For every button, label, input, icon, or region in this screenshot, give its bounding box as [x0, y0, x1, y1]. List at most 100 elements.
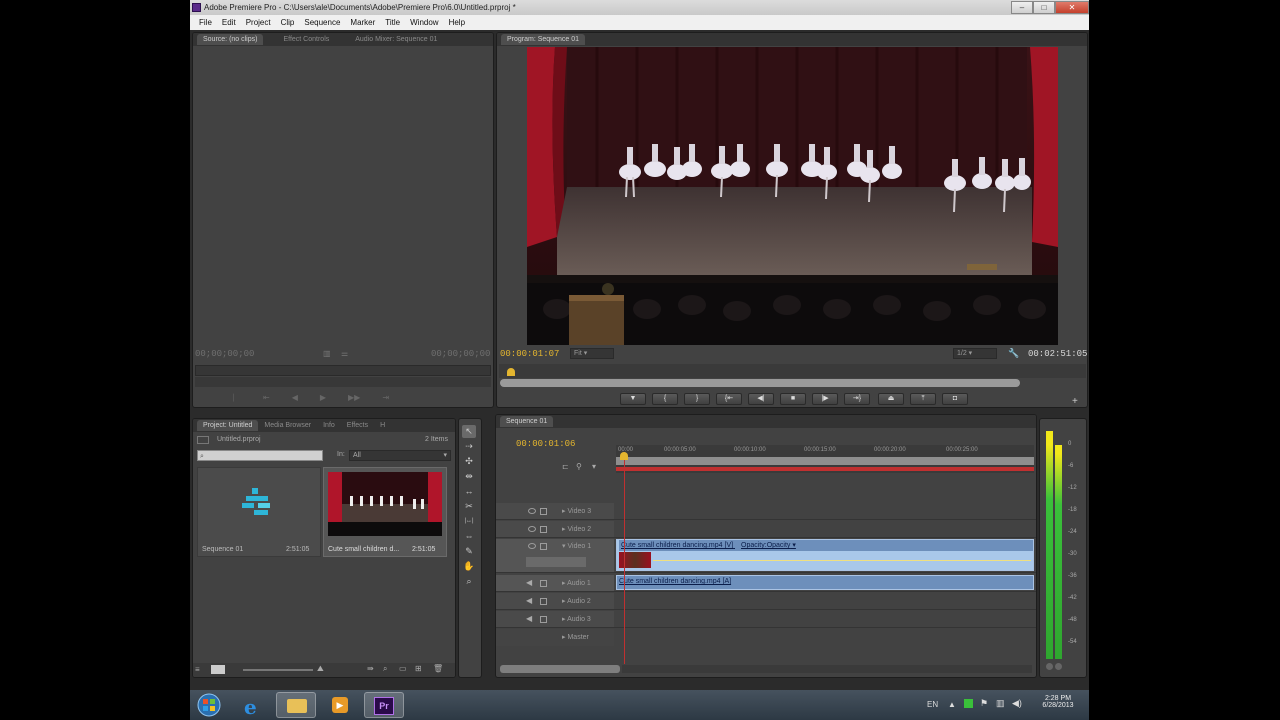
source-fit-icon[interactable]: ▥	[323, 349, 331, 358]
folder-icon[interactable]	[276, 692, 316, 718]
lock-icon[interactable]	[540, 526, 547, 533]
program-fit-dropdown[interactable]: Fit ▾	[570, 348, 614, 359]
snap-icon[interactable]: ⊏	[562, 462, 569, 471]
icon-view-icon[interactable]	[211, 665, 225, 674]
menu-window[interactable]: Window	[405, 15, 443, 30]
menu-project[interactable]: Project	[241, 15, 276, 30]
add-marker-button[interactable]: ▼	[620, 393, 646, 405]
lock-icon[interactable]	[540, 508, 547, 515]
work-area-bar[interactable]	[616, 467, 1034, 471]
time-ruler[interactable]: 00:00 00:00:05:00 00:00:10:00 00:00:15:0…	[616, 445, 1034, 473]
automate-icon[interactable]: ⇛	[367, 664, 374, 673]
tab-media-browser[interactable]: Media Browser	[258, 420, 317, 431]
flag-icon[interactable]: ⚑	[980, 698, 988, 709]
program-scrub-area[interactable]	[499, 364, 1086, 378]
wrench-icon[interactable]: 🔧	[1008, 348, 1019, 359]
project-search-input[interactable]: ⌕	[197, 450, 323, 461]
stop-button[interactable]: ■	[780, 393, 806, 405]
keyframe-controls[interactable]	[526, 557, 586, 567]
timeline-h-scroll[interactable]	[622, 665, 1032, 673]
source-mark-in-icon[interactable]: ⎸	[233, 393, 241, 403]
clock[interactable]: 2:28 PM 6/28/2013	[1038, 695, 1078, 709]
zoom-tool-icon[interactable]: ⌕	[462, 575, 476, 588]
list-view-icon[interactable]: ≡	[195, 665, 200, 674]
eye-icon[interactable]	[528, 526, 536, 532]
in-filter-dropdown[interactable]: All ▾	[349, 450, 451, 461]
tab-sequence[interactable]: Sequence 01	[500, 416, 554, 427]
menu-file[interactable]: File	[194, 15, 217, 30]
speaker-icon[interactable]: ◀	[526, 578, 532, 587]
source-play-icon[interactable]: ▶	[320, 393, 326, 403]
tab-audio-mixer[interactable]: Audio Mixer: Sequence 01	[349, 34, 443, 45]
source-rewind-icon[interactable]: ◀	[292, 393, 298, 403]
menu-help[interactable]: Help	[444, 15, 470, 30]
slip-tool-icon[interactable]: |↔|	[462, 515, 476, 528]
rate-stretch-tool-icon[interactable]: ↔	[462, 485, 476, 498]
tab-project[interactable]: Project: Untitled	[197, 420, 259, 431]
source-scrubber[interactable]	[195, 365, 491, 376]
windows-start-icon[interactable]	[194, 692, 224, 718]
source-zoom-bar[interactable]	[195, 377, 491, 387]
lift-button[interactable]: ⏏	[878, 393, 904, 405]
selection-tool-icon[interactable]: ↖	[462, 425, 476, 438]
new-item-icon[interactable]: ⊞	[415, 664, 422, 673]
opacity-line[interactable]	[653, 560, 1031, 561]
go-to-in-button[interactable]: {⇤	[716, 393, 742, 405]
zoom-slider[interactable]	[243, 669, 313, 671]
source-step-back-icon[interactable]: ⇤	[263, 393, 270, 403]
menu-title[interactable]: Title	[380, 15, 405, 30]
menu-clip[interactable]: Clip	[276, 15, 300, 30]
track-select-tool-icon[interactable]: ⇢	[462, 440, 476, 453]
ie-icon[interactable]: e	[234, 692, 270, 719]
ripple-edit-tool-icon[interactable]: ✣	[462, 455, 476, 468]
network-icon[interactable]: ▥	[996, 698, 1005, 709]
source-settings-icon[interactable]: ⚌	[341, 349, 348, 358]
menu-sequence[interactable]: Sequence	[299, 15, 345, 30]
lock-icon[interactable]	[540, 598, 547, 605]
source-step-fwd-icon[interactable]: ⇥	[382, 393, 389, 403]
add-marker-icon[interactable]: ▾	[592, 462, 596, 471]
find-icon[interactable]: ⌕	[383, 664, 387, 674]
step-forward-button[interactable]: |▶	[812, 393, 838, 405]
speaker-icon[interactable]: ◀	[526, 596, 532, 605]
eye-icon[interactable]	[528, 543, 536, 549]
program-add-button-icon[interactable]: +	[1072, 396, 1078, 407]
go-to-out-button[interactable]: ⇥}	[844, 393, 870, 405]
razor-tool-icon[interactable]: ✂	[462, 500, 476, 513]
tab-history[interactable]: H	[374, 420, 391, 431]
volume-icon[interactable]: ◀)	[1012, 698, 1022, 709]
tab-source[interactable]: Source: (no clips)	[197, 34, 264, 45]
solo-right-icon[interactable]	[1055, 663, 1062, 670]
mark-in-button[interactable]: {	[652, 393, 678, 405]
video-clip[interactable]: Cute small children dancing.mp4 [V] Opac…	[616, 539, 1034, 571]
language-indicator[interactable]: EN	[927, 700, 938, 709]
solo-left-icon[interactable]	[1046, 663, 1053, 670]
new-bin-icon[interactable]: ▭	[399, 664, 407, 673]
extract-button[interactable]: ⤒	[910, 393, 936, 405]
pen-tool-icon[interactable]: ✎	[462, 545, 476, 558]
export-frame-button[interactable]: ◘	[942, 393, 968, 405]
tab-effects[interactable]: Effects	[341, 420, 374, 431]
tab-program[interactable]: Program: Sequence 01	[501, 34, 585, 45]
maximize-button[interactable]: □	[1033, 1, 1055, 14]
speaker-icon[interactable]: ◀	[526, 614, 532, 623]
audio-clip[interactable]: Cute small children dancing.mp4 [A]	[616, 575, 1034, 590]
close-button[interactable]: ✕	[1055, 1, 1089, 14]
program-playhead[interactable]	[506, 368, 515, 376]
project-item-sequence[interactable]: Sequence 01 2:51:05	[197, 467, 321, 557]
project-item-clip[interactable]: Cute small children d... 2:51:05	[323, 467, 447, 557]
show-hidden-icons-icon[interactable]: ▲	[948, 700, 956, 709]
tab-effect-controls[interactable]: Effect Controls	[277, 34, 335, 45]
menu-edit[interactable]: Edit	[217, 15, 241, 30]
program-zoom-dropdown[interactable]: 1/2 ▾	[953, 348, 997, 359]
lock-icon[interactable]	[540, 543, 547, 550]
lock-icon[interactable]	[540, 616, 547, 623]
premiere-icon[interactable]: Pr	[364, 692, 404, 718]
source-forward-icon[interactable]: ▶▶	[348, 393, 360, 403]
step-back-button[interactable]: ◀|	[748, 393, 774, 405]
marker-icon[interactable]: ⚲	[576, 462, 582, 471]
trash-icon[interactable]: 🗑	[433, 664, 443, 673]
hand-tool-icon[interactable]: ✋	[462, 560, 476, 573]
media-player-icon[interactable]: ▶	[322, 692, 358, 718]
eye-icon[interactable]	[528, 508, 536, 514]
